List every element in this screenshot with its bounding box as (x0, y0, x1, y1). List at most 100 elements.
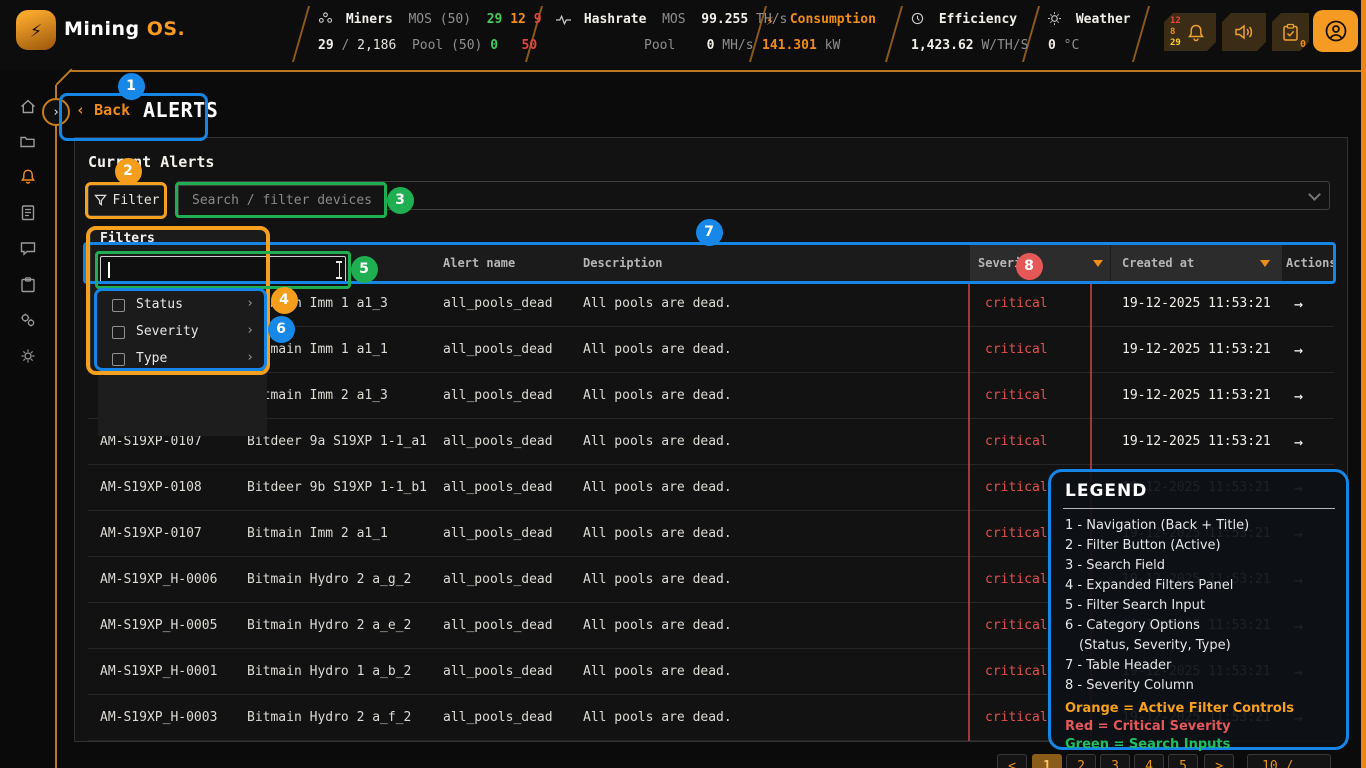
cell-created: 19-12-2025 11:53:21 (1122, 419, 1271, 465)
sidebar-item-home[interactable] (19, 98, 39, 118)
cell-severity: critical (985, 557, 1048, 603)
cell-alert: all_pools_dead (443, 327, 553, 373)
tasks-button[interactable]: 0 (1272, 13, 1309, 51)
page-button-4[interactable]: 4 (1134, 754, 1164, 768)
filter-option-label: Type (136, 351, 167, 366)
chevron-right-icon: › (246, 350, 254, 365)
legend-color-notes: Orange = Active Filter ControlsRed = Cri… (1065, 700, 1340, 754)
legend-item: 1 - Navigation (Back + Title) (1065, 516, 1340, 536)
created-sort-icon[interactable] (1260, 260, 1270, 267)
content-frame-corner (56, 69, 73, 86)
filter-option-status[interactable]: Status› (98, 292, 264, 319)
severity-column-left-line (968, 281, 970, 741)
cell-name: Bitmain Hydro 2 a_f_2 (247, 695, 411, 741)
page-size-select[interactable]: 10 / (1247, 754, 1331, 768)
cell-severity: critical (985, 511, 1048, 557)
sidebar-item-clipboard[interactable] (19, 276, 39, 296)
cell-device: AM-S19XP_H-0001 (100, 649, 217, 695)
checkbox[interactable] (112, 353, 125, 366)
chevron-right-icon: › (246, 323, 254, 338)
cell-name: Bitmain Hydro 2 a_g_2 (247, 557, 411, 603)
panel-title: Current Alerts (88, 153, 214, 171)
cell-description: All pools are dead. (583, 695, 732, 741)
checkbox[interactable] (112, 299, 125, 312)
weather-icon (1048, 12, 1064, 25)
cell-alert: all_pools_dead (443, 465, 553, 511)
sidebar-item-integrations[interactable] (19, 311, 39, 331)
sidebar-collapse-toggle[interactable]: › (42, 98, 70, 126)
notifications-button[interactable]: 12 8 29 (1164, 13, 1216, 51)
cell-device: AM-S19XP-0107 (100, 511, 202, 557)
cell-alert: all_pools_dead (443, 419, 553, 465)
cell-description: All pools are dead. (583, 511, 732, 557)
back-button[interactable]: ‹ Back (76, 101, 130, 119)
cell-description: All pools are dead. (583, 465, 732, 511)
cell-name: Bitmain Hydro 1 a_b_2 (247, 649, 411, 695)
row-action-arrow[interactable]: → (1294, 373, 1303, 419)
page-prev-button[interactable]: < (997, 754, 1027, 768)
page-button-2[interactable]: 2 (1066, 754, 1096, 768)
cell-alert: all_pools_dead (443, 649, 553, 695)
cell-description: All pools are dead. (583, 327, 732, 373)
cell-alert: all_pools_dead (443, 511, 553, 557)
col-actions: Actions (1286, 245, 1337, 281)
ibeam-cursor (334, 261, 344, 279)
row-action-arrow[interactable]: → (1294, 419, 1303, 465)
folder-icon (19, 133, 37, 151)
legend-title: LEGEND (1065, 481, 1147, 501)
page-button-1[interactable]: 1 (1032, 754, 1062, 768)
filter-button[interactable]: Filter (88, 185, 165, 216)
hashrate-stat: Hashrate MOS 99.255 TH/s Pool 0 MH/s (556, 0, 756, 70)
cell-description: All pools are dead. (583, 603, 732, 649)
page-button-3[interactable]: 3 (1100, 754, 1130, 768)
cell-name: Bitmain Imm 1 a1_3 (247, 281, 388, 327)
row-action-arrow[interactable]: → (1294, 327, 1303, 373)
cell-description: All pools are dead. (583, 373, 732, 419)
sidebar-item-alerts-bell[interactable] (19, 168, 39, 188)
annotation-badge-1: 1 (118, 73, 145, 100)
cell-created: 19-12-2025 11:53:21 (1122, 281, 1271, 327)
clipboard-icon (19, 276, 37, 294)
filter-option-severity[interactable]: Severity › (98, 319, 264, 346)
cell-description: All pools are dead. (583, 281, 732, 327)
sidebar-item-document[interactable] (19, 204, 39, 224)
app-brand: Mining OS. (64, 18, 185, 40)
chevron-right-icon: › (246, 296, 254, 311)
efficiency-stat: Efficiency 1,423.62 W/TH/S (911, 0, 1051, 70)
sidebar-item-settings[interactable] (19, 347, 39, 367)
back-chevron-icon: ‹ (76, 101, 85, 119)
cell-name: Bitmain Imm 1 a1_1 (247, 327, 388, 373)
filters-title: Filters (100, 231, 155, 246)
cell-severity: critical (985, 695, 1048, 741)
checkbox[interactable] (112, 326, 125, 339)
search-input[interactable]: Search / filter devices (178, 185, 385, 216)
legend-item: 7 - Table Header (1065, 656, 1340, 676)
document-icon (19, 204, 37, 222)
speaker-icon (1234, 23, 1254, 41)
settings-icon (19, 347, 37, 365)
page-button-5[interactable]: 5 (1168, 754, 1198, 768)
severity-sort-icon[interactable] (1093, 260, 1103, 267)
clipboard-check-icon (1282, 23, 1299, 42)
cell-alert: all_pools_dead (443, 603, 553, 649)
cell-name: Bitmain Imm 2 a1_1 (247, 511, 388, 557)
col-created-at[interactable]: Created at (1122, 245, 1194, 281)
row-action-arrow[interactable]: → (1294, 281, 1303, 327)
filter-option-label: Severity (136, 324, 199, 339)
col-description: Description (583, 245, 662, 281)
legend-item: (Status, Severity, Type) (1065, 636, 1340, 656)
cell-severity: critical (985, 465, 1048, 511)
col-severity[interactable]: Severity (978, 245, 1036, 281)
sidebar-item-folder[interactable] (19, 133, 39, 153)
filter-search-input[interactable] (100, 256, 346, 284)
profile-button[interactable] (1313, 10, 1358, 52)
app-logo-icon: ⚡ (16, 10, 56, 50)
sidebar-item-chat[interactable] (19, 240, 39, 260)
sound-button[interactable] (1222, 13, 1266, 51)
text-caret (108, 262, 110, 278)
cell-severity: critical (985, 373, 1048, 419)
alerts-bell-icon (19, 168, 37, 186)
sidebar (0, 70, 55, 768)
page-next-button[interactable]: > (1204, 754, 1234, 768)
filter-option-type[interactable]: Type › (98, 346, 264, 373)
